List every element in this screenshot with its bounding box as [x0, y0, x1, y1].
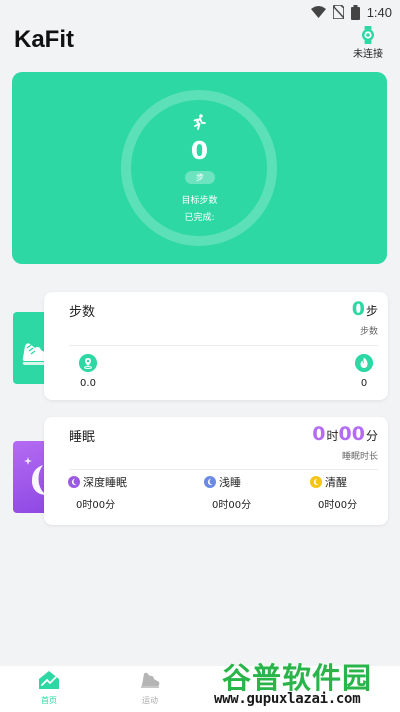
- steps-divider: [69, 345, 378, 346]
- status-icons: 1:40: [310, 3, 392, 21]
- tab-home[interactable]: 首页: [19, 670, 79, 706]
- shoe-icon: [141, 672, 160, 688]
- sleep-hours-value: 0: [312, 423, 326, 445]
- sleep-minutes-value: 00: [338, 423, 365, 445]
- battery-icon: [350, 4, 360, 20]
- calories-stat: 0: [353, 354, 375, 389]
- device-status-label: 未连接: [353, 49, 383, 60]
- chart-home-icon: [39, 671, 59, 689]
- steps-total-unit: 步: [365, 304, 378, 318]
- sleep-divider: [69, 469, 378, 470]
- no-sim-icon: [332, 5, 344, 19]
- smartwatch-icon: [362, 26, 374, 44]
- watermark-url: www.gupuxlazai.com: [214, 691, 361, 707]
- location-icon: [79, 354, 97, 372]
- steps-card-title: 步数: [69, 305, 96, 320]
- steps-total-value: 0: [351, 298, 365, 320]
- sleep-minutes-unit: 分: [365, 429, 378, 443]
- awake-stat: 清醒 0时00分: [310, 474, 357, 511]
- sleep-card[interactable]: 睡眠 0 时 00 分 睡眠时长 深度睡眠 0时00分 浅睡 0时00分 清醒 …: [44, 417, 388, 525]
- deep-sleep-value: 0时00分: [76, 500, 116, 511]
- light-sleep-moon-icon: [204, 476, 216, 488]
- goal-steps-label: 目标步数: [181, 196, 218, 206]
- sleep-hours-unit: 时: [326, 429, 339, 443]
- status-bar: 1:40: [0, 0, 400, 24]
- light-sleep-value: 0时00分: [212, 500, 252, 511]
- deep-sleep-moon-icon: [68, 476, 80, 488]
- steps-caption: 步数: [359, 327, 378, 337]
- awake-value: 0时00分: [318, 500, 358, 511]
- deep-sleep-stat: 深度睡眠 0时00分: [68, 474, 127, 511]
- light-sleep-stat: 浅睡 0时00分: [204, 474, 251, 511]
- tab-sport-label: 运动: [142, 696, 158, 705]
- tab-home-label: 首页: [41, 696, 57, 705]
- step-progress-card[interactable]: 0 步 目标步数 已完成:: [12, 72, 387, 264]
- wifi-icon: [310, 6, 326, 18]
- sleep-card-title: 睡眠: [69, 430, 96, 445]
- distance-stat: 0.0: [77, 354, 99, 389]
- awake-label: 清醒: [325, 476, 347, 489]
- step-count-value: 0: [190, 136, 209, 165]
- app-title: KaFit: [14, 26, 74, 53]
- light-sleep-label: 浅睡: [219, 476, 241, 489]
- steps-card[interactable]: 步数 0 步 步数 0.0 0: [44, 292, 388, 400]
- device-connection-button[interactable]: 未连接: [348, 26, 388, 60]
- steps-total: 0 步: [352, 298, 378, 320]
- awake-sun-icon: [310, 476, 322, 488]
- running-man-icon: [193, 114, 206, 130]
- distance-value: 0.0: [80, 378, 96, 389]
- site-watermark: 谷普软件园 www.gupuxlazai.com: [214, 655, 398, 711]
- sleep-caption: 睡眠时长: [341, 452, 378, 462]
- calories-value: 0: [360, 378, 368, 389]
- tab-sport[interactable]: 运动: [120, 670, 180, 706]
- status-time: 1:40: [366, 4, 392, 20]
- step-unit-pill: 步: [185, 171, 215, 184]
- completed-label: 已完成:: [184, 213, 215, 223]
- sleep-total: 0 时 00 分: [312, 423, 378, 445]
- deep-sleep-label: 深度睡眠: [83, 476, 127, 489]
- flame-icon: [355, 354, 373, 372]
